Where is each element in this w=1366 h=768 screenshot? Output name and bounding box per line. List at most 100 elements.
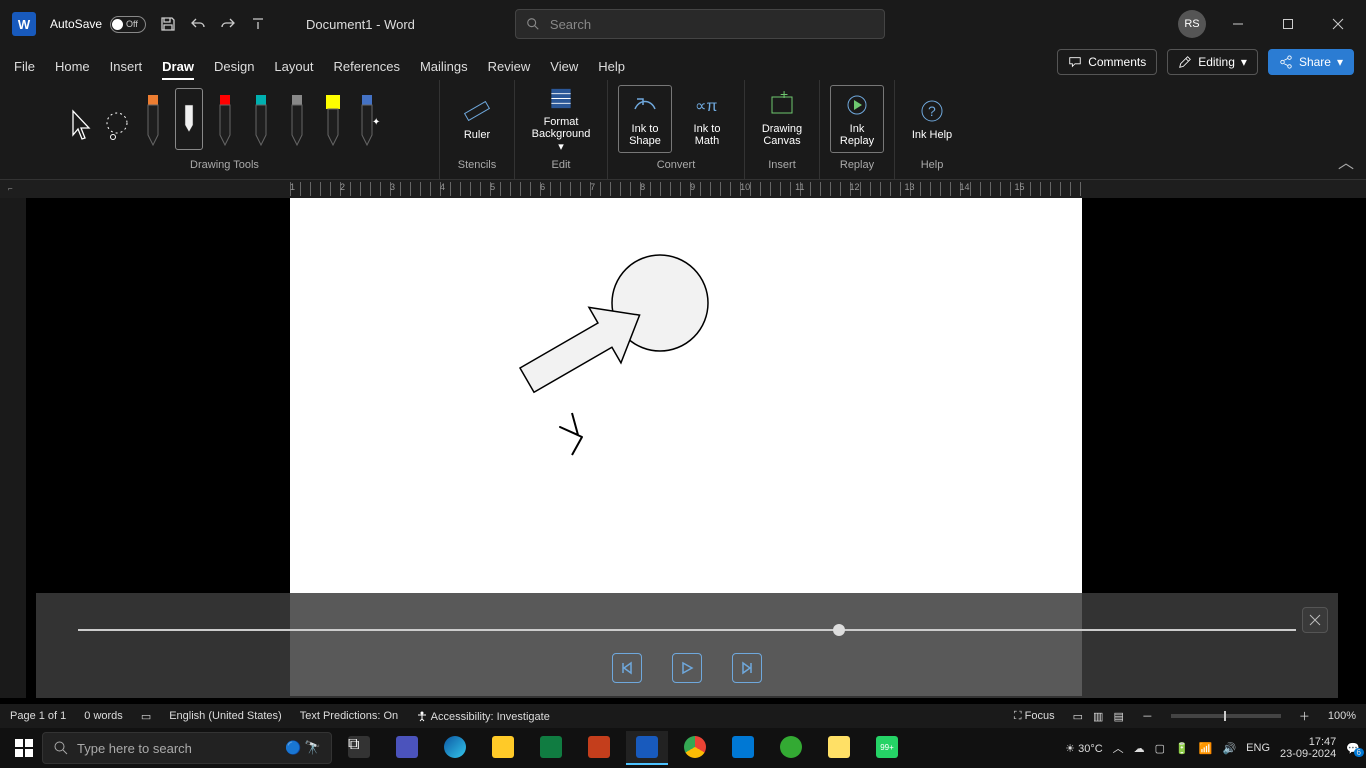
start-button[interactable] [6,739,42,757]
minimize-button[interactable] [1216,8,1260,40]
notifications-button[interactable]: 💬6 [1346,742,1360,755]
replay-forward-button[interactable] [732,653,762,683]
zoom-level[interactable]: 100% [1328,710,1356,722]
format-background-icon [547,85,575,112]
focus-mode-button[interactable]: ⛶ Focus [1014,710,1055,723]
outlook-app[interactable] [722,731,764,765]
powerpoint-app[interactable] [578,731,620,765]
replay-close-button[interactable] [1302,607,1328,633]
group-label-stencils: Stencils [458,159,497,177]
web-layout-icon[interactable]: ▤ [1113,710,1123,723]
horizontal-ruler[interactable]: ⌐ 123456789101112131415 [0,180,1366,198]
tab-file[interactable]: File [14,59,35,80]
edge-app[interactable] [434,731,476,765]
replay-play-button[interactable] [672,653,702,683]
redo-icon[interactable] [220,16,236,32]
replay-rewind-button[interactable] [612,653,642,683]
ribbon-tabs: File Home Insert Draw Design Layout Refe… [0,48,1366,80]
chevron-down-icon: ▾ [1241,55,1247,69]
spellcheck-icon[interactable]: ▭ [141,710,151,723]
share-button[interactable]: Share ▾ [1268,49,1354,75]
pen-red[interactable] [211,91,239,147]
drawn-scribble[interactable] [560,413,582,455]
highlighter-yellow[interactable] [319,91,347,147]
teams-app[interactable] [386,731,428,765]
zoom-out-button[interactable]: － [1142,708,1153,724]
select-tool[interactable] [67,91,95,147]
zoom-in-button[interactable]: ＋ [1299,708,1310,724]
ruler-button[interactable]: Ruler [450,85,504,153]
pen-orange[interactable] [139,91,167,147]
ink-to-math-button[interactable]: ∝π Ink to Math [680,85,734,153]
search-box[interactable]: Search [515,9,885,39]
onedrive-icon[interactable]: ☁ [1134,742,1145,755]
group-label-help: Help [921,159,944,177]
volume-icon[interactable]: 🔊 [1222,742,1236,755]
tab-references[interactable]: References [333,59,399,80]
taskbar-search[interactable]: Type here to search 🔵 🔭 [42,732,332,764]
drawing-canvas-button[interactable]: + Drawing Canvas [755,85,809,153]
ribbon-body: ✦ Drawing Tools Ruler Stencils Format Ba… [0,80,1366,180]
vertical-ruler[interactable] [0,198,26,698]
editing-mode-button[interactable]: Editing ▾ [1167,49,1258,75]
read-mode-icon[interactable]: ▭ [1073,710,1083,723]
chrome-app[interactable] [674,731,716,765]
tab-help[interactable]: Help [598,59,625,80]
undo-icon[interactable] [190,16,206,32]
status-text-predictions[interactable]: Text Predictions: On [300,710,398,722]
lasso-tool[interactable] [103,91,131,147]
tab-draw[interactable]: Draw [162,59,194,80]
save-icon[interactable] [160,16,176,32]
format-background-button[interactable]: Format Background ▾ [525,85,597,153]
language-indicator[interactable]: ENG [1246,742,1270,754]
weather-widget[interactable]: ☀ 30°C [1065,742,1103,755]
tab-review[interactable]: Review [488,59,531,80]
tab-view[interactable]: View [550,59,578,80]
ink-replay-button[interactable]: Ink Replay [830,85,884,153]
pen-teal[interactable] [247,91,275,147]
user-avatar[interactable]: RS [1178,10,1206,38]
autosave-toggle[interactable]: AutoSave Off [50,16,146,33]
wifi-icon[interactable]: 📶 [1199,742,1213,755]
ink-to-shape-button[interactable]: Ink to Shape [618,85,672,153]
word-app[interactable] [626,731,668,765]
collapse-ribbon-icon[interactable]: ︿ [1338,149,1354,173]
tray-chevron-up-icon[interactable]: ︿ [1113,740,1124,756]
pencil-icon [1178,55,1192,69]
search-icon [53,740,69,756]
browser-app[interactable] [770,731,812,765]
clock[interactable]: 17:47 23-09-2024 [1280,736,1336,760]
sticky-notes-app[interactable] [818,731,860,765]
customize-qat-icon[interactable] [250,16,266,32]
taskview-button[interactable]: ⧉ [338,731,380,765]
print-layout-icon[interactable]: ▥ [1093,710,1103,723]
pen-black-active[interactable] [175,88,203,150]
zoom-slider[interactable] [1171,714,1281,718]
group-label-drawing-tools: Drawing Tools [190,159,259,177]
pencil-gray[interactable] [283,91,311,147]
battery-icon[interactable]: 🔋 [1175,742,1189,755]
group-label-convert: Convert [657,159,696,177]
meet-now-icon[interactable]: ▢ [1155,742,1165,755]
status-page[interactable]: Page 1 of 1 [10,710,66,722]
status-language[interactable]: English (United States) [169,710,282,722]
excel-app[interactable] [530,731,572,765]
status-words[interactable]: 0 words [84,710,123,722]
maximize-button[interactable] [1266,8,1310,40]
svg-text:+: + [780,91,788,102]
tab-mailings[interactable]: Mailings [420,59,468,80]
explorer-app[interactable] [482,731,524,765]
toggle-icon[interactable]: Off [110,16,146,33]
status-accessibility[interactable]: Accessibility: Investigate [416,710,550,723]
tab-design[interactable]: Design [214,59,254,80]
whatsapp-app[interactable]: 99+ [866,731,908,765]
pen-sparkle[interactable]: ✦ [355,91,383,147]
title-bar: W AutoSave Off Document1 - Word Search R… [0,0,1366,48]
replay-slider[interactable] [78,629,1296,631]
close-button[interactable] [1316,8,1360,40]
tab-layout[interactable]: Layout [274,59,313,80]
ink-help-button[interactable]: ? Ink Help [905,85,959,153]
comments-button[interactable]: Comments [1057,49,1157,75]
tab-home[interactable]: Home [55,59,90,80]
tab-insert[interactable]: Insert [110,59,143,80]
